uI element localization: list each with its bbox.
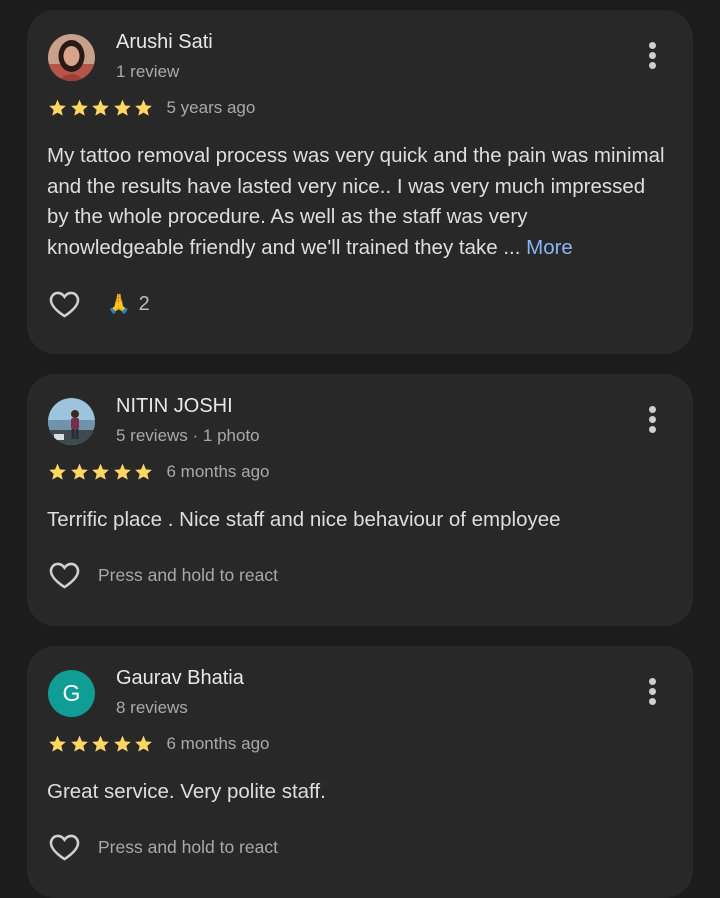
reviewer-avatar[interactable] bbox=[48, 34, 95, 81]
react-hint: Press and hold to react bbox=[98, 564, 278, 585]
star-icon bbox=[92, 735, 109, 752]
rating-row: 5 years ago bbox=[47, 98, 255, 118]
review-time: 6 months ago bbox=[166, 734, 270, 753]
more-options-button[interactable] bbox=[647, 678, 657, 708]
reaction-count: 2 bbox=[138, 292, 150, 315]
folded-hands-emoji: 🙏 bbox=[107, 294, 131, 315]
star-icon bbox=[49, 463, 66, 480]
reaction-row: 🙏 2 bbox=[46, 287, 150, 321]
star-icon bbox=[113, 735, 131, 752]
star-icon bbox=[113, 99, 131, 116]
reviewer-avatar[interactable] bbox=[48, 398, 95, 445]
review-text: Great service. Very polite staff. bbox=[47, 780, 326, 803]
review-time: 6 months ago bbox=[166, 462, 270, 481]
review-card: NITIN JOSHI 5 reviews · 1 photo 6 months… bbox=[27, 374, 693, 626]
reviewer-name[interactable]: Gaurav Bhatia bbox=[116, 667, 244, 690]
reviewer-name[interactable]: Arushi Sati bbox=[116, 31, 213, 54]
more-options-button[interactable] bbox=[647, 406, 657, 436]
star-icon bbox=[135, 99, 152, 116]
reviewer-name[interactable]: NITIN JOSHI bbox=[116, 395, 233, 418]
more-options-button[interactable] bbox=[647, 42, 657, 72]
profile-photo bbox=[48, 398, 95, 445]
star-icon bbox=[92, 463, 109, 480]
reviewer-meta: 8 reviews bbox=[116, 698, 188, 717]
rating-row: 6 months ago bbox=[47, 734, 270, 754]
heart-outline-icon[interactable] bbox=[46, 287, 83, 321]
review-text: Terrific place . Nice staff and nice beh… bbox=[47, 508, 561, 531]
review-card: G Gaurav Bhatia 8 reviews 6 months ago G… bbox=[27, 646, 693, 898]
star-icon bbox=[70, 463, 88, 480]
rating-row: 6 months ago bbox=[47, 462, 270, 482]
reviewer-meta: 5 reviews · 1 photo bbox=[116, 426, 260, 445]
react-hint: Press and hold to react bbox=[98, 836, 278, 857]
review-card: Arushi Sati 1 review 5 years ago My tatt… bbox=[27, 10, 693, 354]
star-icon bbox=[49, 735, 66, 752]
reaction-summary[interactable]: 🙏 2 bbox=[107, 292, 150, 316]
review-time: 5 years ago bbox=[166, 98, 256, 117]
review-text: My tattoo removal process was very quick… bbox=[47, 141, 669, 263]
star-icon bbox=[70, 99, 88, 116]
heart-outline-icon[interactable] bbox=[46, 830, 83, 864]
profile-photo bbox=[48, 34, 95, 81]
star-icon bbox=[70, 735, 88, 752]
reaction-row: Press and hold to react bbox=[46, 830, 278, 864]
heart-outline-icon[interactable] bbox=[46, 558, 83, 592]
reviewer-meta: 1 review bbox=[116, 62, 180, 81]
star-icon bbox=[113, 463, 131, 480]
star-icon bbox=[135, 735, 152, 752]
more-link[interactable]: More bbox=[526, 236, 573, 259]
star-icon bbox=[49, 99, 66, 116]
reaction-row: Press and hold to react bbox=[46, 558, 278, 592]
star-icon bbox=[92, 99, 109, 116]
reviewer-avatar[interactable]: G bbox=[48, 670, 95, 717]
star-icon bbox=[135, 463, 152, 480]
